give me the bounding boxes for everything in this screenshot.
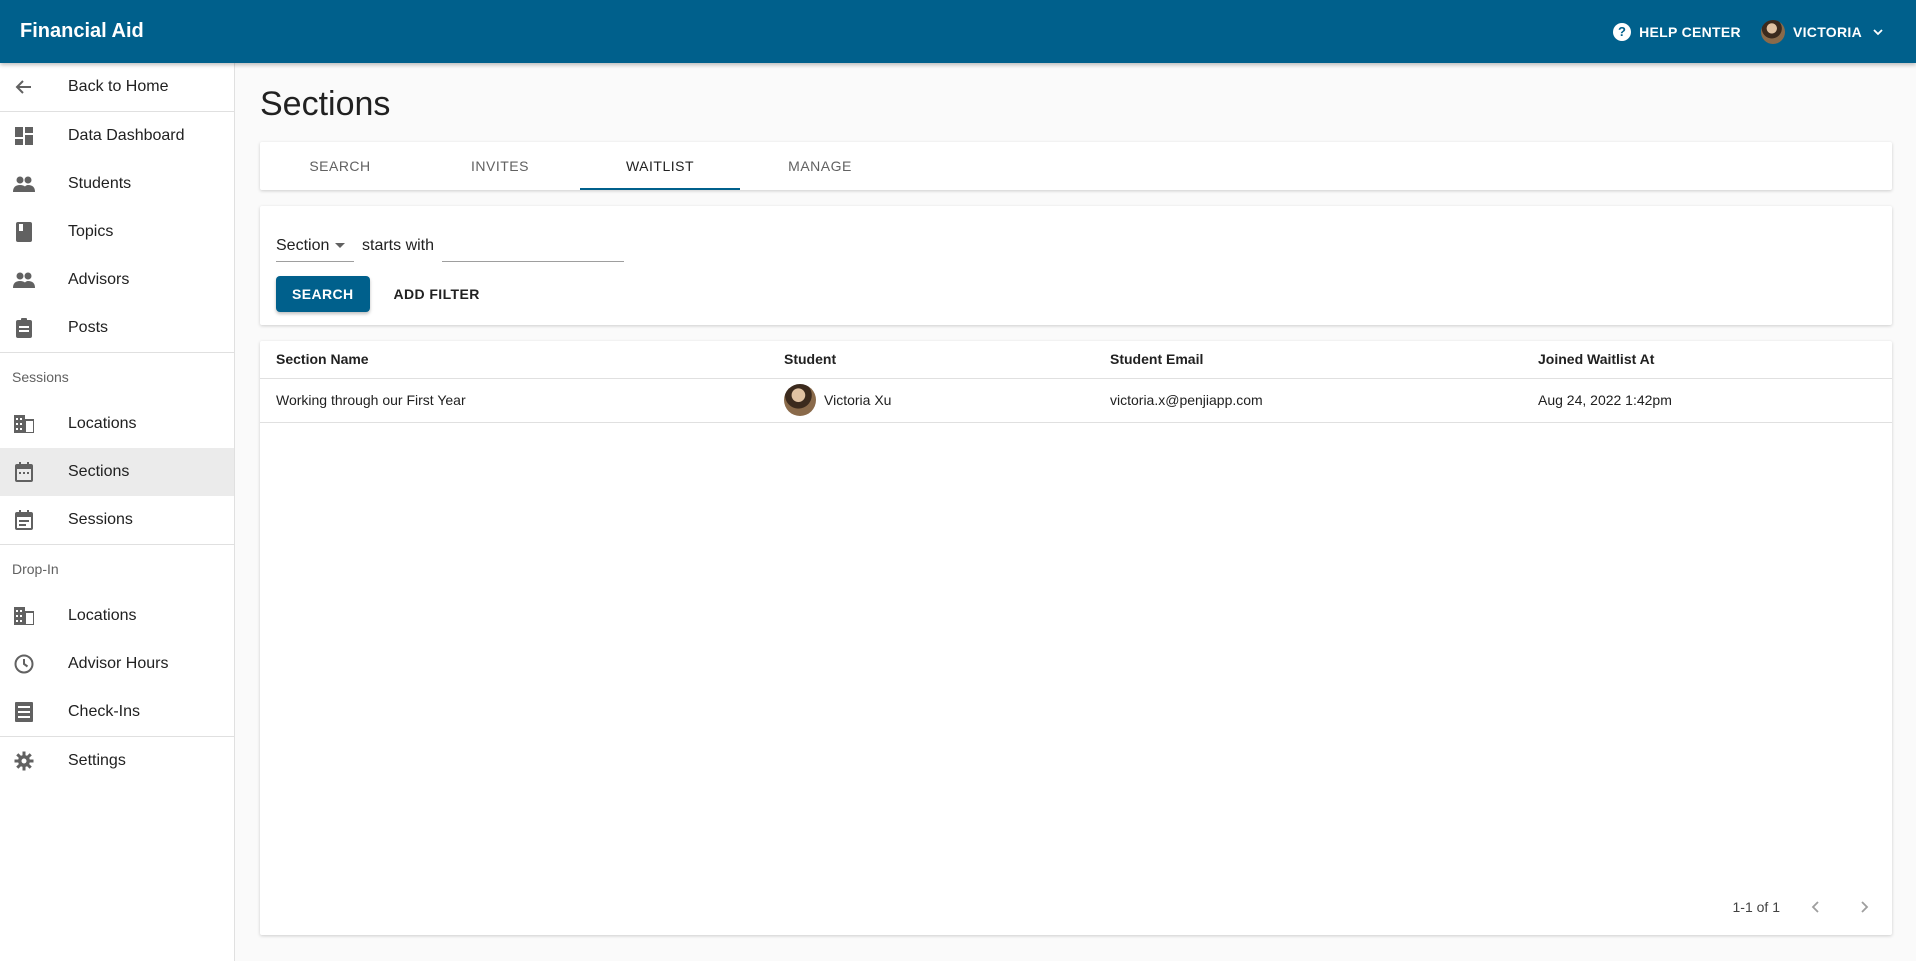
arrow-back-icon bbox=[12, 75, 36, 99]
sidebar-item-label: Sessions bbox=[68, 511, 133, 528]
previous-page-button[interactable] bbox=[1804, 895, 1828, 919]
column-header-student[interactable]: Student bbox=[768, 341, 1094, 379]
add-filter-button[interactable]: ADD FILTER bbox=[386, 276, 488, 312]
pagination: 1-1 of 1 bbox=[1733, 895, 1876, 919]
sidebar-item-label: Advisors bbox=[68, 271, 130, 288]
student-name: Victoria Xu bbox=[824, 392, 892, 408]
sidebar-item-posts[interactable]: Posts bbox=[0, 304, 234, 352]
pagination-range: 1-1 of 1 bbox=[1732, 899, 1780, 915]
sidebar-item-label: Locations bbox=[68, 415, 137, 432]
sidebar-item-check-ins[interactable]: Check-Ins bbox=[0, 688, 234, 736]
user-name: VICTORIA bbox=[1792, 23, 1862, 40]
building-icon bbox=[12, 412, 36, 436]
calendar-icon bbox=[12, 460, 36, 484]
sidebar-item-label: Posts bbox=[68, 319, 109, 336]
sidebar-item-label: Students bbox=[68, 175, 132, 192]
avatar bbox=[1760, 19, 1785, 44]
tab-invites[interactable]: INVITES bbox=[420, 142, 580, 190]
sidebar: Back to Home Data Dashboard Students Top… bbox=[0, 63, 235, 961]
filter-field-select[interactable]: Section bbox=[276, 230, 354, 262]
help-center-label: HELP CENTER bbox=[1639, 23, 1741, 40]
clock-icon bbox=[12, 652, 36, 676]
column-header-student-email[interactable]: Student Email bbox=[1094, 341, 1522, 379]
sidebar-item-advisors[interactable]: Advisors bbox=[0, 256, 234, 304]
help-center-button[interactable]: ? HELP CENTER bbox=[1613, 22, 1741, 41]
list-icon bbox=[12, 700, 36, 724]
tab-search[interactable]: SEARCH bbox=[260, 142, 420, 190]
waitlist-table-card: Section Name Student Student Email Joine… bbox=[260, 341, 1892, 935]
dashboard-icon bbox=[12, 124, 36, 148]
app-bar: Financial Aid ? HELP CENTER VICTORIA bbox=[0, 0, 1916, 63]
filter-value-input[interactable] bbox=[442, 230, 625, 262]
help-icon: ? bbox=[1613, 22, 1632, 41]
people-icon bbox=[12, 268, 36, 292]
app-title: Financial Aid bbox=[20, 20, 144, 42]
next-page-button[interactable] bbox=[1852, 895, 1876, 919]
sidebar-item-advisor-hours[interactable]: Advisor Hours bbox=[0, 640, 234, 688]
page-title: Sections bbox=[260, 85, 391, 123]
sidebar-item-label: Sections bbox=[68, 463, 130, 480]
tab-bar: SEARCH INVITES WAITLIST MANAGE bbox=[260, 142, 1892, 190]
cell-student-email: victoria.x@penjiapp.com bbox=[1094, 378, 1522, 423]
sidebar-item-label: Settings bbox=[68, 752, 126, 769]
avatar bbox=[784, 384, 816, 416]
chevron-left-icon bbox=[1811, 901, 1819, 913]
cell-section-name: Working through our First Year bbox=[260, 378, 768, 423]
dropdown-arrow-icon bbox=[335, 243, 346, 248]
people-icon bbox=[12, 172, 36, 196]
chevron-right-icon bbox=[1861, 901, 1869, 913]
sidebar-item-label: Data Dashboard bbox=[68, 127, 185, 144]
sidebar-item-students[interactable]: Students bbox=[0, 160, 234, 208]
sidebar-item-label: Check-Ins bbox=[68, 703, 141, 720]
clipboard-icon bbox=[12, 316, 36, 340]
sessions-subheader: Sessions bbox=[12, 368, 69, 385]
table-row[interactable]: Working through our First Year Victoria … bbox=[260, 378, 1892, 423]
column-header-joined-waitlist-at[interactable]: Joined Waitlist At bbox=[1522, 341, 1892, 379]
tab-waitlist[interactable]: WAITLIST bbox=[580, 142, 740, 190]
dropin-subheader: Drop-In bbox=[12, 560, 59, 577]
sidebar-item-label: Topics bbox=[68, 223, 114, 240]
user-menu-button[interactable]: VICTORIA bbox=[1760, 19, 1884, 44]
cell-student: Victoria Xu bbox=[768, 378, 1094, 423]
sidebar-item-label: Advisor Hours bbox=[68, 655, 169, 672]
main-content: Sections SEARCH INVITES WAITLIST MANAGE … bbox=[260, 63, 1892, 935]
filter-actions: SEARCH ADD FILTER bbox=[276, 276, 1876, 312]
filter-row: Section starts with bbox=[276, 222, 1876, 262]
waitlist-table: Section Name Student Student Email Joine… bbox=[260, 341, 1892, 423]
sidebar-item-sections[interactable]: Sections bbox=[0, 448, 234, 496]
column-header-section-name[interactable]: Section Name bbox=[260, 341, 768, 379]
sidebar-item-topics[interactable]: Topics bbox=[0, 208, 234, 256]
building-icon bbox=[12, 604, 36, 628]
filter-operator-label: starts with bbox=[362, 237, 435, 254]
sidebar-item-data-dashboard[interactable]: Data Dashboard bbox=[0, 112, 234, 160]
sidebar-item-label: Locations bbox=[68, 607, 137, 624]
sidebar-item-dropin-locations[interactable]: Locations bbox=[0, 592, 234, 640]
back-to-home-label: Back to Home bbox=[68, 78, 169, 95]
cell-joined-waitlist-at: Aug 24, 2022 1:42pm bbox=[1522, 378, 1892, 423]
sidebar-item-session-locations[interactable]: Locations bbox=[0, 400, 234, 448]
book-icon bbox=[12, 220, 36, 244]
sidebar-item-sessions[interactable]: Sessions bbox=[0, 496, 234, 544]
sidebar-item-settings[interactable]: Settings bbox=[0, 737, 234, 785]
back-to-home-link[interactable]: Back to Home bbox=[0, 63, 234, 111]
filter-card: Section starts with SEARCH ADD FILTER bbox=[260, 206, 1892, 325]
chevron-down-icon bbox=[1873, 28, 1883, 35]
calendar-list-icon bbox=[12, 508, 36, 532]
search-button[interactable]: SEARCH bbox=[276, 276, 370, 312]
filter-field-value: Section bbox=[276, 236, 330, 254]
gear-icon bbox=[12, 749, 36, 773]
tab-manage[interactable]: MANAGE bbox=[740, 142, 900, 190]
table-header-row: Section Name Student Student Email Joine… bbox=[260, 341, 1892, 379]
